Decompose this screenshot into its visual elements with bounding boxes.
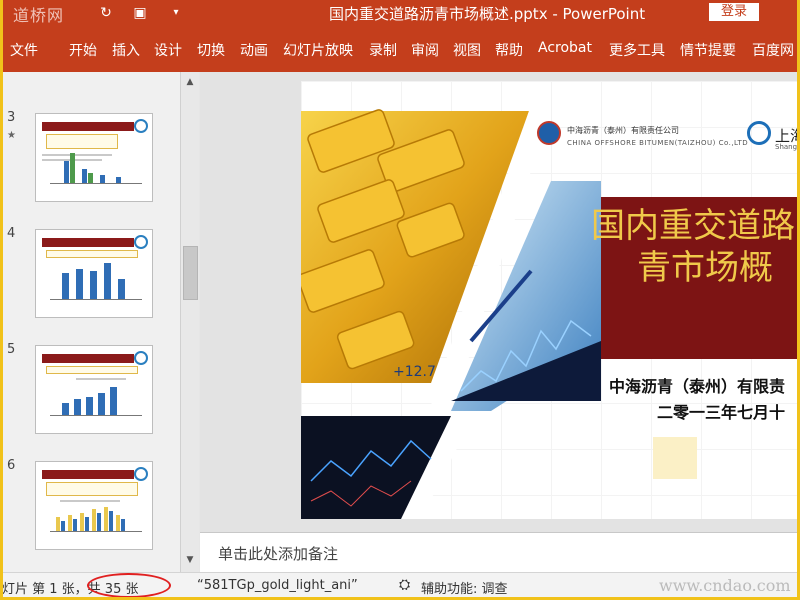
tab-acrobat[interactable]: Acrobat: [538, 40, 592, 56]
scrollbar-thumb[interactable]: [183, 246, 198, 300]
powerpoint-window: 道桥网 ↻ ▣ ▾ 国内重交道路沥青市场概述.pptx - PowerPoint…: [0, 0, 800, 600]
partner-logo: [747, 121, 771, 145]
animation-star-icon: ★: [7, 130, 16, 141]
watermark-site: www.cndao.com: [659, 576, 791, 595]
tab-transitions[interactable]: 切换: [197, 40, 225, 60]
tab-home[interactable]: 开始: [69, 40, 97, 60]
tab-insert[interactable]: 插入: [112, 40, 140, 60]
photo-collage: +12.7: [301, 109, 601, 519]
redo-icon[interactable]: ↻: [97, 4, 115, 22]
thumbnail-number: 5: [7, 342, 16, 357]
highlight-oval: [87, 573, 171, 597]
thumbnail-scrollbar[interactable]: ▲ ▼: [180, 72, 199, 572]
decor-block: [653, 437, 697, 479]
title-bar: 道桥网 ↻ ▣ ▾ 国内重交道路沥青市场概述.pptx - PowerPoint…: [3, 0, 797, 26]
watermark-logo: 道桥网: [13, 6, 65, 25]
slide-thumbnail[interactable]: [35, 113, 153, 202]
slide-thumbnail[interactable]: [35, 229, 153, 318]
tab-more-tools[interactable]: 更多工具: [609, 40, 665, 60]
slide-thumbnail-pane: 3 ★ 4 5 6: [3, 72, 199, 572]
photo-number-label: +12.7: [393, 364, 436, 380]
tab-help[interactable]: 帮助: [495, 40, 523, 60]
thumbnail-number: 4: [7, 226, 16, 241]
tab-design[interactable]: 设计: [154, 40, 182, 60]
tab-review[interactable]: 审阅: [411, 40, 439, 60]
company-logo: [537, 121, 561, 145]
tab-view[interactable]: 视图: [453, 40, 481, 60]
tab-slideshow[interactable]: 幻灯片放映: [283, 40, 353, 60]
slide-title-line2: 青市场概: [637, 248, 773, 288]
login-button[interactable]: 登录: [709, 3, 759, 21]
slide-title-line1: 国内重交道路: [591, 206, 795, 246]
tab-storyboard[interactable]: 情节提要: [680, 40, 736, 60]
theme-name: “581TGp_gold_light_ani”: [197, 578, 358, 593]
tab-animations[interactable]: 动画: [240, 40, 268, 60]
tab-record[interactable]: 录制: [369, 40, 397, 60]
slide-thumbnail[interactable]: [35, 461, 153, 550]
accessibility-icon[interactable]: ⛭: [399, 577, 410, 593]
window-title: 国内重交道路沥青市场概述.pptx - PowerPoint: [329, 5, 646, 23]
customize-quick-access-icon[interactable]: ▾: [167, 4, 185, 22]
thumbnail-number: 6: [7, 458, 16, 473]
tab-baidu[interactable]: 百度网: [752, 40, 794, 60]
present-from-start-icon[interactable]: ▣: [131, 4, 149, 22]
slide-editor-area: +12.7 中海沥青（泰州）有限责任公司 CHINA OFFSHORE BITU…: [200, 72, 800, 532]
status-bar: 幻灯片 第 1 张，共 35 张 “581TGp_gold_light_ani”…: [3, 572, 797, 597]
slide-subtitle-date[interactable]: 二零一三年七月十: [657, 399, 785, 423]
current-slide[interactable]: +12.7 中海沥青（泰州）有限责任公司 CHINA OFFSHORE BITU…: [301, 81, 800, 519]
slide-subtitle-company[interactable]: 中海沥青（泰州）有限责: [609, 373, 785, 397]
slide-thumbnail[interactable]: [35, 345, 153, 434]
partner-name-en: Shangh: [775, 143, 800, 151]
company-name-en: CHINA OFFSHORE BITUMEN(TAIZHOU) Co.,LTD: [567, 139, 749, 147]
company-name-cn: 中海沥青（泰州）有限责任公司: [567, 126, 679, 135]
ribbon-tabs: 文件 开始 插入 设计 切换 动画 幻灯片放映 录制 审阅 视图 帮助 Acro…: [3, 26, 797, 72]
slide-title[interactable]: 国内重交道路 青市场概: [591, 205, 795, 289]
tab-file[interactable]: 文件: [10, 40, 38, 60]
scroll-down-icon[interactable]: ▼: [184, 554, 196, 566]
notes-pane[interactable]: 单击此处添加备注: [200, 532, 797, 572]
thumbnail-number: 3: [7, 110, 16, 125]
accessibility-status[interactable]: 辅助功能: 调查: [421, 578, 508, 597]
scroll-up-icon[interactable]: ▲: [184, 76, 196, 88]
notes-placeholder[interactable]: 单击此处添加备注: [218, 543, 338, 564]
